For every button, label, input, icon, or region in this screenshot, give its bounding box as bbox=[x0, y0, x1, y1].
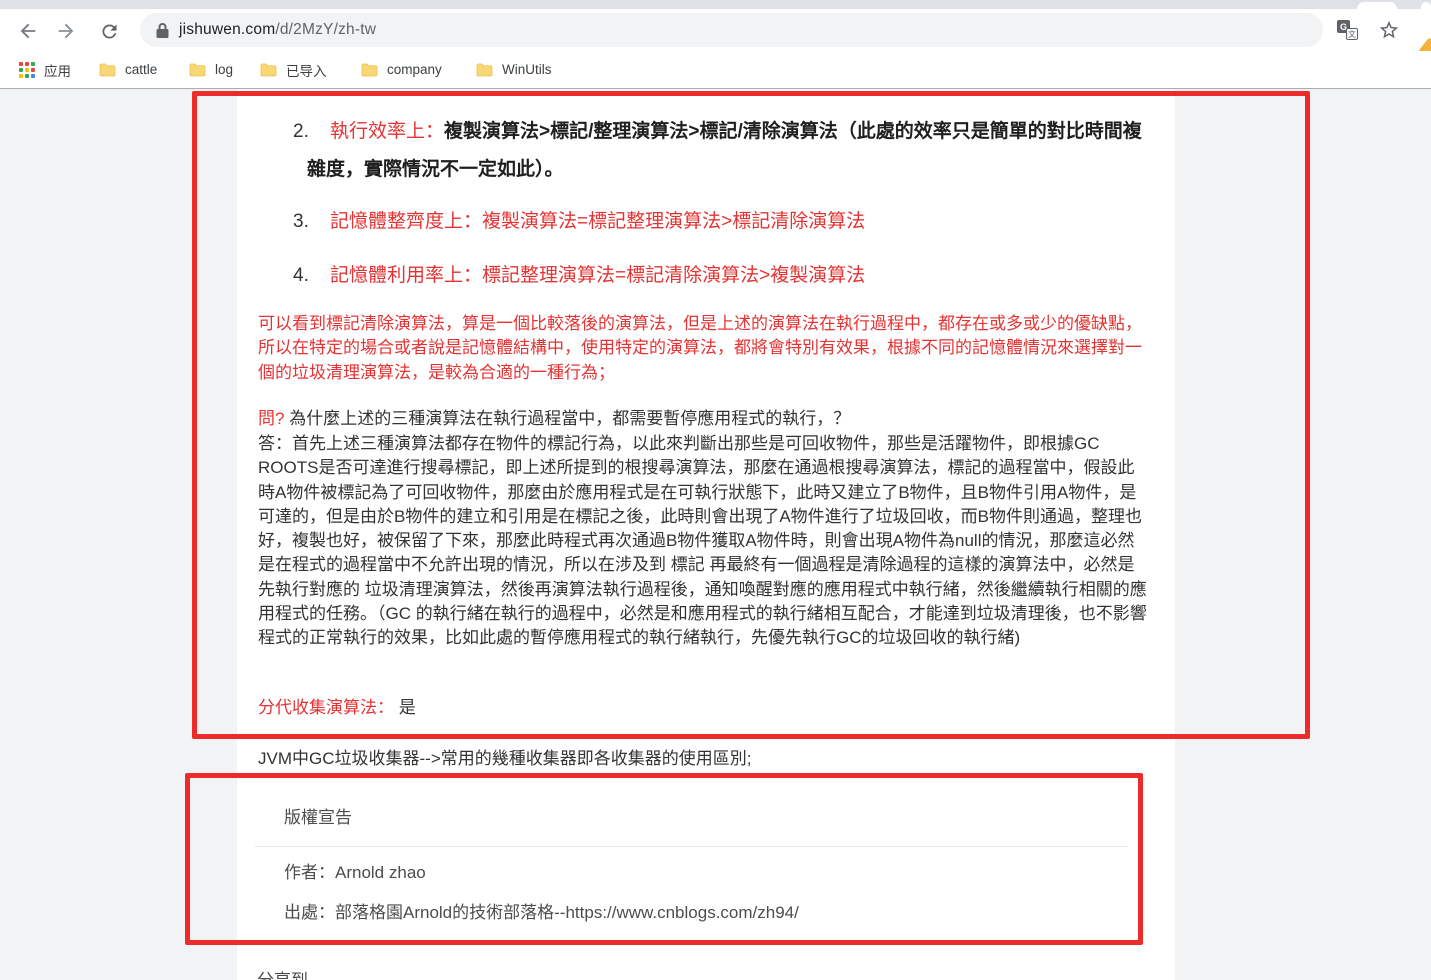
translate-icon[interactable]: G 文 bbox=[1337, 20, 1358, 40]
question-text: 為什麼上述的三種演算法在執行過程當中，都需要暫停應用程式的執行，？ bbox=[289, 409, 850, 428]
bookmarks-bar: 应用 cattle log 已导入 company WinUtils bbox=[0, 51, 1431, 88]
star-outline-glyph bbox=[1378, 19, 1400, 41]
bookmark-folder-imported[interactable]: 已导入 bbox=[260, 51, 327, 88]
bookmark-folder-winutils[interactable]: WinUtils bbox=[476, 51, 552, 88]
bookmark-label: 已导入 bbox=[286, 60, 327, 80]
list-item-text-wrap: 執行效率上：複製演算法>標記/整理演算法>標記/清除演算法（此處的效率只是簡單的… bbox=[307, 113, 1155, 189]
back-button[interactable] bbox=[16, 19, 40, 43]
folder-icon bbox=[260, 63, 277, 77]
page-viewport: 2. 執行效率上：複製演算法>標記/整理演算法>標記/清除演算法（此處的效率只是… bbox=[0, 88, 1431, 980]
browser-window: jishuwen.com/d/2MzY/zh-tw G 文 应用 cattle … bbox=[0, 0, 1431, 980]
question-line: 問? 為什麼上述的三種演算法在執行過程當中，都需要暫停應用程式的執行，？ bbox=[258, 407, 1151, 431]
tab-gap-notch bbox=[1357, 2, 1397, 9]
jvm-collector-line: JVM中GC垃圾收集器-->常用的幾種收集器即各收集器的使用區別; bbox=[258, 747, 1151, 771]
generation-label: 分代收集演算法： bbox=[258, 698, 394, 717]
folder-icon bbox=[99, 63, 116, 77]
copyright-source-line: 出處：部落格園Arnold的技術部落格--https://www.cnblogs… bbox=[284, 901, 799, 925]
folder-icon bbox=[189, 63, 206, 77]
list-item-label: 記憶體整齊度上： bbox=[330, 211, 482, 232]
forward-arrow-icon bbox=[55, 20, 77, 42]
browser-toolbar: jishuwen.com/d/2MzY/zh-tw G 文 bbox=[0, 9, 1431, 51]
list-item-text: 複製演算法=標記整理演算法>標記清除演算法 bbox=[482, 211, 865, 232]
generation-value: 是 bbox=[399, 698, 416, 717]
list-item-label: 記憶體利用率上： bbox=[330, 265, 482, 286]
url-path: /d/2MzY/zh-tw bbox=[275, 21, 376, 39]
bookmark-folder-log[interactable]: log bbox=[189, 51, 233, 88]
copyright-author-line: 作者：Arnold zhao bbox=[284, 861, 426, 885]
bookmark-label: cattle bbox=[125, 62, 157, 77]
folder-icon bbox=[476, 63, 493, 77]
tab-gap-notch bbox=[1421, 2, 1431, 9]
bookmark-folder-cattle[interactable]: cattle bbox=[99, 51, 157, 88]
back-arrow-icon bbox=[17, 20, 39, 42]
folder-icon bbox=[361, 63, 378, 77]
bookmark-folder-company[interactable]: company bbox=[361, 51, 442, 88]
apps-grid-icon bbox=[18, 61, 35, 78]
lock-glyph bbox=[156, 22, 169, 38]
forward-button[interactable] bbox=[54, 19, 78, 43]
question-label: 問? bbox=[258, 409, 284, 428]
bookmark-apps[interactable]: 应用 bbox=[18, 51, 71, 88]
copyright-divider bbox=[255, 846, 1128, 847]
bookmark-label: company bbox=[387, 62, 442, 77]
copyright-title: 版權宣告 bbox=[284, 806, 352, 830]
source-value: 部落格園Arnold的技術部落格--https://www.cnblogs.co… bbox=[335, 903, 799, 922]
source-label: 出處： bbox=[284, 903, 335, 922]
bookmark-star-icon[interactable] bbox=[1377, 18, 1401, 42]
share-label: 分享到 bbox=[257, 969, 308, 980]
reload-icon bbox=[99, 21, 120, 42]
bookmark-label: log bbox=[215, 62, 233, 77]
translate-wen-glyph: 文 bbox=[1346, 28, 1358, 40]
author-value: Arnold zhao bbox=[335, 863, 426, 882]
generation-line: 分代收集演算法： 是 bbox=[258, 696, 1151, 720]
url-domain: jishuwen.com bbox=[179, 21, 275, 39]
list-item-text-wrap: 記憶體利用率上：標記整理演算法=標記清除演算法>複製演算法 bbox=[307, 257, 1155, 295]
address-bar[interactable]: jishuwen.com/d/2MzY/zh-tw bbox=[140, 13, 1323, 47]
bookmark-label: 应用 bbox=[44, 60, 71, 80]
author-label: 作者： bbox=[284, 863, 335, 882]
ssl-lock-icon[interactable] bbox=[156, 22, 169, 38]
list-item-label: 執行效率上： bbox=[330, 121, 444, 142]
article-card: 2. 執行效率上：複製演算法>標記/整理演算法>標記/清除演算法（此處的效率只是… bbox=[237, 89, 1175, 980]
bookmark-label: WinUtils bbox=[502, 62, 552, 77]
list-item-text: 標記整理演算法=標記清除演算法>複製演算法 bbox=[482, 265, 865, 286]
tab-strip bbox=[0, 0, 1431, 9]
list-item-text-wrap: 記憶體整齊度上：複製演算法=標記整理演算法>標記清除演算法 bbox=[307, 203, 1155, 241]
summary-paragraph: 可以看到標記清除演算法，算是一個比較落後的演算法，但是上述的演算法在執行過程中，… bbox=[258, 312, 1151, 385]
answer-paragraph: 答：首先上述三種演算法都存在物件的標記行為，以此來判斷出那些是可回收物件，那些是… bbox=[258, 432, 1151, 651]
reload-button[interactable] bbox=[97, 19, 121, 43]
